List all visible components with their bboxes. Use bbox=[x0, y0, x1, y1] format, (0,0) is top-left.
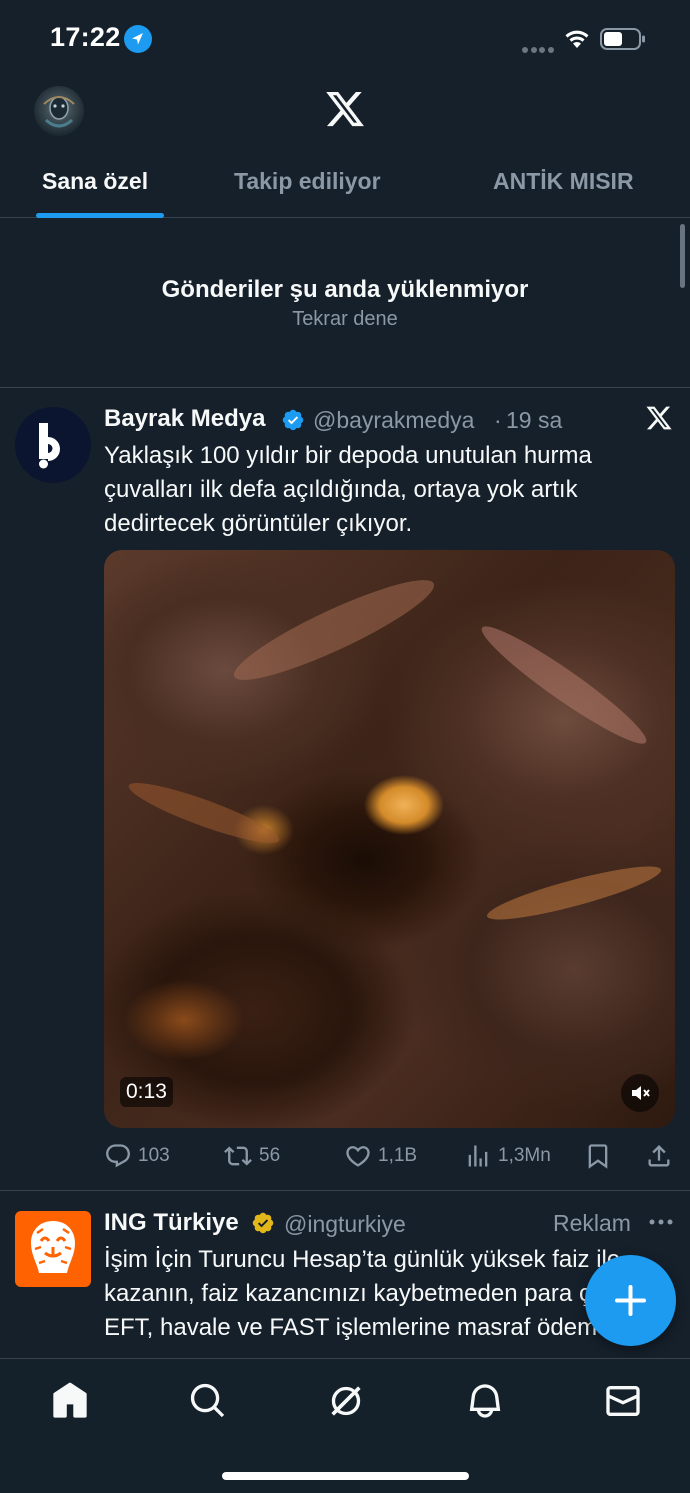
author-name[interactable]: ING Türkiye bbox=[104, 1209, 239, 1237]
share-button[interactable] bbox=[645, 1142, 679, 1170]
tweet-text: Yaklaşık 100 yıldır bir depoda unutulan … bbox=[104, 442, 592, 537]
verified-badge-icon bbox=[281, 408, 305, 432]
reply-count: 103 bbox=[138, 1145, 170, 1166]
profile-avatar[interactable] bbox=[34, 86, 84, 136]
author-name[interactable]: Bayrak Medya bbox=[104, 405, 265, 433]
heart-icon bbox=[346, 1146, 370, 1167]
reply-icon bbox=[106, 1144, 130, 1168]
loading-error-notice: Gönderiler şu anda yüklenmiyor Tekrar de… bbox=[0, 218, 690, 388]
retweet-button[interactable]: 56 bbox=[223, 1142, 280, 1170]
share-icon bbox=[648, 1145, 670, 1167]
retweet-icon bbox=[224, 1146, 252, 1166]
tweet-text: İşim İçin Turuncu Hesap’ta günlük yüksek… bbox=[104, 1246, 648, 1341]
tweet-time[interactable]: 19 sa bbox=[506, 407, 562, 434]
plus-icon bbox=[615, 1285, 646, 1316]
video-duration: 0:13 bbox=[120, 1077, 173, 1107]
separator-dot: · bbox=[494, 407, 502, 433]
like-count: 1,1B bbox=[378, 1145, 418, 1166]
promoted-label: Reklam bbox=[553, 1210, 631, 1236]
bayrak-medya-avatar[interactable] bbox=[15, 407, 91, 483]
like-button[interactable]: 1,1B bbox=[344, 1142, 417, 1170]
bookmark-button[interactable] bbox=[584, 1142, 618, 1170]
video-frame-highlight bbox=[473, 615, 655, 755]
x-app-screen: 17:22 Sana özel Takip ediliyor ANTİK MIS… bbox=[0, 0, 690, 1493]
search-icon[interactable] bbox=[188, 1381, 228, 1421]
grok-icon[interactable] bbox=[326, 1381, 366, 1421]
tab-following[interactable]: Takip ediliyor bbox=[234, 168, 381, 195]
x-source-icon[interactable] bbox=[645, 404, 673, 432]
location-arrow-icon bbox=[124, 25, 152, 53]
tweet-actions: 103 56 1,1B 1,3Mn bbox=[104, 1142, 675, 1172]
scrollbar[interactable] bbox=[680, 224, 685, 288]
x-logo-icon[interactable] bbox=[324, 88, 366, 130]
wifi-icon bbox=[562, 26, 592, 55]
notifications-icon[interactable] bbox=[465, 1381, 505, 1421]
tweet-video[interactable] bbox=[104, 550, 675, 1128]
author-handle[interactable]: @ingturkiye bbox=[284, 1211, 406, 1238]
mute-button[interactable] bbox=[621, 1074, 659, 1112]
cellular-signal-icon bbox=[522, 40, 556, 58]
status-bar: 17:22 bbox=[0, 0, 690, 80]
ing-turkiye-avatar[interactable] bbox=[15, 1211, 91, 1287]
reply-button[interactable]: 103 bbox=[104, 1142, 170, 1170]
tab-for-you[interactable]: Sana özel bbox=[42, 168, 148, 195]
video-frame-highlight bbox=[124, 773, 284, 853]
notice-title: Gönderiler şu anda yüklenmiyor bbox=[161, 276, 529, 303]
status-time: 17:22 bbox=[50, 22, 121, 52]
more-options-icon[interactable] bbox=[648, 1214, 674, 1232]
home-indicator[interactable] bbox=[222, 1472, 469, 1480]
timeline-tabs: Sana özel Takip ediliyor ANTİK MISIR bbox=[0, 158, 690, 218]
tab-antik-misir[interactable]: ANTİK MISIR bbox=[493, 168, 634, 195]
retweet-count: 56 bbox=[259, 1145, 281, 1166]
verified-gold-badge-icon bbox=[251, 1211, 275, 1235]
retry-link[interactable]: Tekrar dene bbox=[0, 308, 690, 331]
video-frame-highlight bbox=[225, 565, 443, 695]
compose-button[interactable] bbox=[585, 1255, 676, 1346]
messages-icon[interactable] bbox=[603, 1381, 643, 1421]
views-button[interactable]: 1,3Mn bbox=[464, 1142, 551, 1170]
video-frame-highlight bbox=[483, 857, 665, 929]
battery-icon bbox=[600, 27, 646, 56]
views-chart-icon bbox=[468, 1145, 488, 1167]
home-icon[interactable] bbox=[50, 1381, 90, 1421]
bookmark-icon bbox=[588, 1144, 608, 1169]
view-count: 1,3Mn bbox=[498, 1145, 551, 1166]
author-handle[interactable]: @bayrakmedya bbox=[313, 407, 474, 434]
tweet[interactable]: Bayrak Medya @bayrakmedya · 19 sa Yaklaş… bbox=[0, 389, 690, 1191]
